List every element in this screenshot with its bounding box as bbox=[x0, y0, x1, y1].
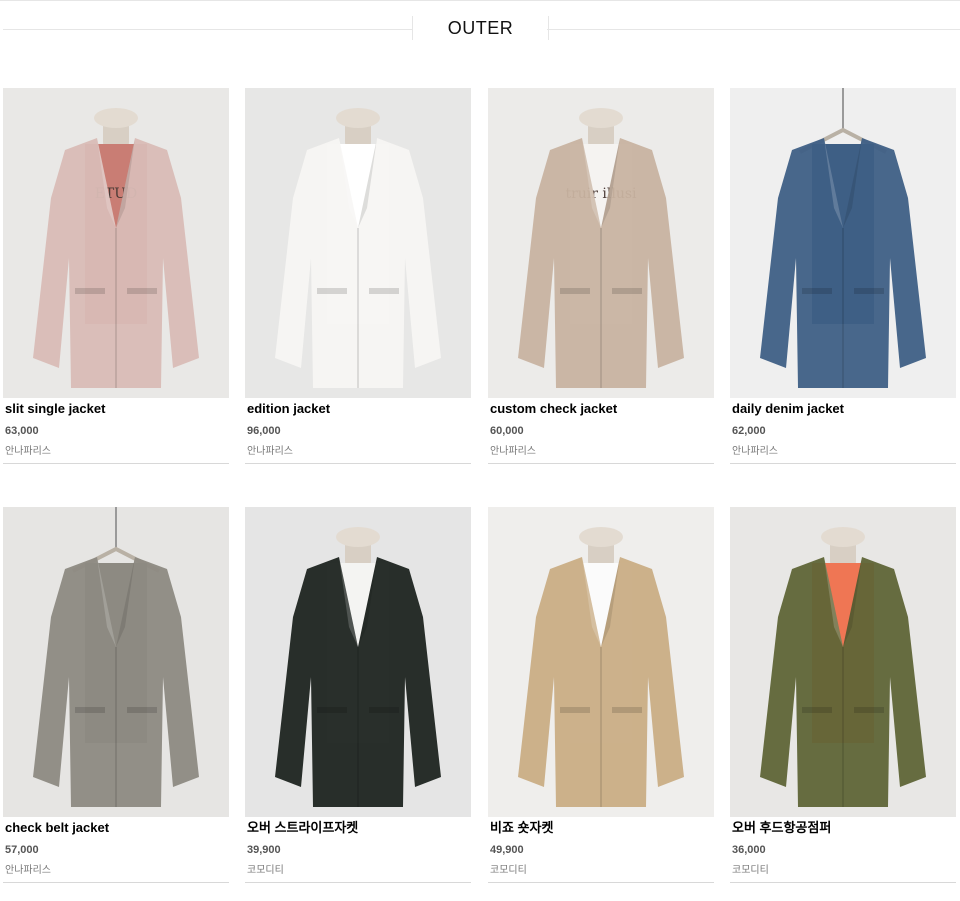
product-name[interactable]: 오버 스트라이프자켓 bbox=[245, 820, 471, 836]
product-image[interactable] bbox=[730, 88, 956, 398]
product-brand: 안나파리스 bbox=[5, 446, 51, 457]
product-price: 63,000 bbox=[5, 425, 39, 437]
product-name[interactable]: custom check jacket bbox=[488, 401, 714, 417]
product-name[interactable]: 오버 후드항공점퍼 bbox=[730, 820, 956, 836]
product-brand: 코모디티 bbox=[732, 865, 769, 876]
card-divider bbox=[245, 463, 471, 464]
product-brand: 코모디티 bbox=[490, 865, 527, 876]
product-name[interactable]: slit single jacket bbox=[3, 401, 229, 417]
product-card[interactable]: truir illusi custom check jacket 60,000 안나파… bbox=[488, 88, 714, 464]
card-divider bbox=[3, 463, 229, 464]
product-brand: 코모디티 bbox=[247, 865, 284, 876]
product-price: 62,000 bbox=[732, 425, 766, 437]
product-price: 36,000 bbox=[732, 844, 766, 856]
product-image[interactable]: truir illusi bbox=[488, 88, 714, 398]
header-divider-left bbox=[3, 29, 412, 30]
product-brand: 안나파리스 bbox=[5, 865, 51, 876]
product-image[interactable] bbox=[730, 507, 956, 817]
product-price: 49,900 bbox=[490, 844, 524, 856]
product-image[interactable] bbox=[245, 507, 471, 817]
product-brand: 안나파리스 bbox=[490, 446, 536, 457]
product-image[interactable]: ETUD bbox=[3, 88, 229, 398]
product-name[interactable]: daily denim jacket bbox=[730, 401, 956, 417]
card-divider bbox=[730, 882, 956, 883]
product-price: 96,000 bbox=[247, 425, 281, 437]
product-price: 60,000 bbox=[490, 425, 524, 437]
product-image[interactable] bbox=[488, 507, 714, 817]
product-card[interactable]: ETUD slit single jacket 63,000 안나파리스 bbox=[3, 88, 229, 464]
product-name[interactable]: 비죠 숏자켓 bbox=[488, 820, 714, 836]
product-price: 39,900 bbox=[247, 844, 281, 856]
product-card[interactable]: daily denim jacket 62,000 안나파리스 bbox=[730, 88, 956, 464]
product-card[interactable]: 비죠 숏자켓 49,900 코모디티 bbox=[488, 507, 714, 883]
card-divider bbox=[488, 463, 714, 464]
top-divider bbox=[0, 0, 960, 1]
section-header: OUTER bbox=[0, 0, 960, 58]
card-divider bbox=[488, 882, 714, 883]
header-divider-right bbox=[547, 29, 960, 30]
product-name[interactable]: edition jacket bbox=[245, 401, 471, 417]
product-image[interactable] bbox=[245, 88, 471, 398]
card-divider bbox=[730, 463, 956, 464]
product-price: 57,000 bbox=[5, 844, 39, 856]
product-card[interactable]: 오버 후드항공점퍼 36,000 코모디티 bbox=[730, 507, 956, 883]
product-brand: 안나파리스 bbox=[732, 446, 778, 457]
section-title: OUTER bbox=[412, 16, 549, 40]
product-card[interactable]: 오버 스트라이프자켓 39,900 코모디티 bbox=[245, 507, 471, 883]
card-divider bbox=[3, 882, 229, 883]
product-card[interactable]: check belt jacket 57,000 안나파리스 bbox=[3, 507, 229, 883]
product-card[interactable]: edition jacket 96,000 안나파리스 bbox=[245, 88, 471, 464]
product-brand: 안나파리스 bbox=[247, 446, 293, 457]
product-image[interactable] bbox=[3, 507, 229, 817]
card-divider bbox=[245, 882, 471, 883]
product-name[interactable]: check belt jacket bbox=[3, 820, 229, 836]
